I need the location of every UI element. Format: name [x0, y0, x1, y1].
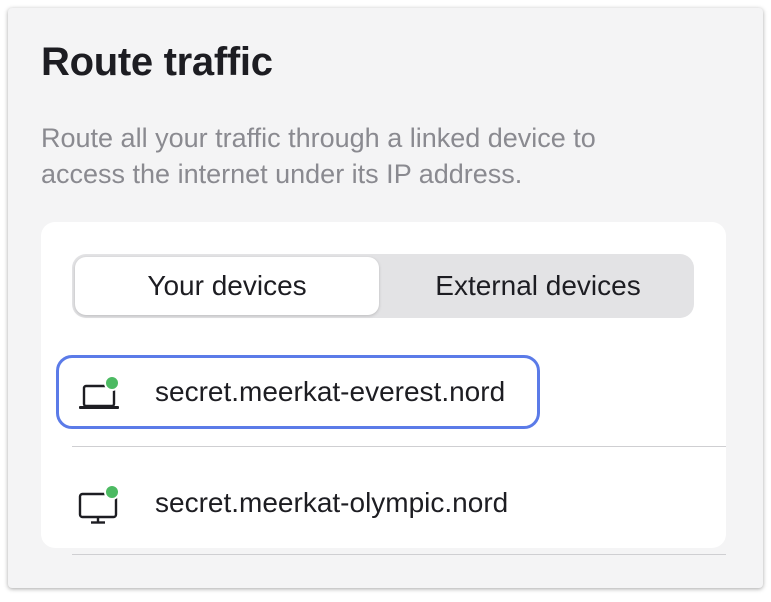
tab-your-devices[interactable]: Your devices	[75, 257, 379, 315]
laptop-online-icon	[79, 375, 120, 409]
device-divider	[72, 446, 726, 447]
route-traffic-panel: Route traffic Route all your traffic thr…	[8, 8, 763, 588]
device-name: secret.meerkat-olympic.nord	[155, 487, 509, 518]
device-name: secret.meerkat-everest.nord	[155, 376, 506, 407]
device-row-everest[interactable]: secret.meerkat-everest.nord	[56, 355, 540, 429]
tab-external-devices[interactable]: External devices	[386, 257, 690, 315]
device-type-segmented-control: Your devices External devices	[72, 254, 694, 318]
page-title: Route traffic	[41, 40, 273, 84]
device-divider	[72, 554, 726, 555]
device-row-olympic[interactable]: secret.meerkat-olympic.nord	[56, 466, 696, 540]
page-description: Route all your traffic through a linked …	[41, 123, 596, 189]
desktop-online-icon	[78, 484, 120, 524]
device-card: Your devices External devices secret.mee…	[41, 222, 726, 555]
